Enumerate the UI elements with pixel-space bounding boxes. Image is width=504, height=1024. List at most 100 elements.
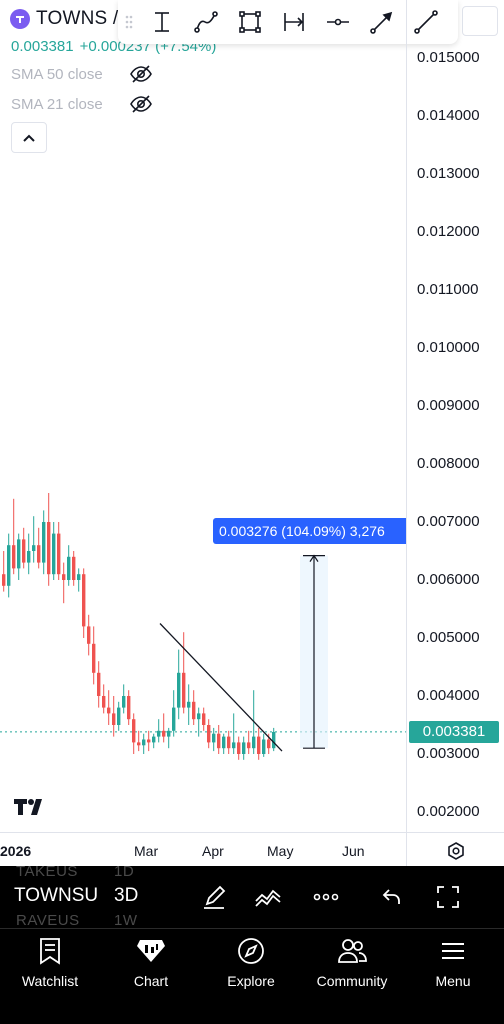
candle-body	[147, 739, 151, 743]
candle-body	[12, 545, 16, 569]
undo-icon[interactable]	[374, 880, 410, 914]
date-range-icon[interactable]	[272, 0, 316, 44]
time-label: Jun	[342, 843, 365, 859]
price-axis-label: 0.014000	[417, 107, 480, 124]
nav-chart[interactable]: Chart	[101, 935, 201, 995]
indicator-sma-21[interactable]: SMA 21 close	[11, 95, 152, 113]
ghost-timeframe-next: 1W	[114, 912, 138, 928]
candle-body	[22, 539, 26, 563]
symbol-header[interactable]: TOWNS /	[10, 8, 118, 30]
indicator-label: SMA 50 close	[11, 66, 103, 83]
price-axis-label: 0.009000	[417, 397, 480, 414]
candle-body	[227, 736, 231, 749]
price-range-icon[interactable]	[140, 0, 184, 44]
candle-body	[187, 701, 191, 708]
chart-icon	[136, 935, 166, 967]
candle-body	[37, 545, 41, 563]
nav-label: Watchlist	[21, 973, 79, 989]
time-label: May	[267, 843, 294, 859]
nav-community[interactable]: Community	[302, 935, 402, 995]
time-axis[interactable]: 2026 Mar Apr May Jun	[0, 832, 504, 866]
chevron-up-icon	[23, 134, 35, 142]
candle-body	[232, 742, 236, 749]
more-icon[interactable]	[308, 880, 344, 914]
candle-body	[32, 545, 36, 551]
price-chart[interactable]	[0, 0, 406, 832]
bottom-navigation[interactable]: Watchlist Chart Explore Community Menu	[0, 928, 504, 1024]
indicator-label: SMA 21 close	[11, 96, 103, 113]
candle-body	[217, 733, 221, 749]
compass-icon	[237, 935, 265, 967]
rectangle-icon[interactable]	[228, 0, 272, 44]
candle-body	[82, 574, 86, 627]
symbol-name[interactable]: TOWNS /	[36, 8, 118, 30]
candle-body	[162, 730, 166, 737]
symbol-bar[interactable]: TAKEUS 1D TOWNSU 3D RAVEUS 1W	[0, 866, 504, 928]
candle-body	[212, 733, 216, 743]
nav-explore[interactable]: Explore	[201, 935, 301, 995]
candle-body	[197, 713, 201, 720]
candle-body	[17, 539, 21, 569]
candle-body	[157, 730, 161, 737]
eye-off-icon[interactable]	[129, 64, 153, 88]
candle-body	[247, 742, 251, 749]
candle-body	[52, 533, 56, 575]
candle-body	[182, 672, 186, 708]
price-axis-label: 0.013000	[417, 165, 480, 182]
candle-body	[272, 731, 276, 749]
current-symbol[interactable]: TOWNSU	[14, 885, 98, 907]
candle-body	[92, 643, 96, 673]
candle-body	[97, 672, 101, 696]
candle-body	[62, 574, 66, 580]
pen-icon[interactable]	[196, 880, 232, 914]
candle-body	[107, 707, 111, 714]
candle-body	[152, 736, 156, 743]
indicators-icon[interactable]	[250, 880, 286, 914]
nav-watchlist[interactable]: Watchlist	[0, 935, 100, 995]
candle-body	[77, 574, 81, 580]
ghost-symbol-next: RAVEUS	[16, 912, 80, 928]
candle-body	[222, 736, 226, 749]
candle-body	[102, 696, 106, 708]
candle-body	[267, 739, 271, 749]
candle-body	[42, 522, 46, 563]
chart-pane[interactable]: TOWNS / 0.003381 +0.000237 (+7.54%) SMA 5…	[0, 0, 504, 866]
candle-body	[252, 736, 256, 749]
price-axis-label: 0.005000	[417, 629, 480, 646]
price-axis-label: 0.008000	[417, 455, 480, 472]
candle-body	[27, 551, 31, 563]
current-timeframe[interactable]: 3D	[114, 885, 138, 907]
price-axis-label: 0.004000	[417, 687, 480, 704]
fullscreen-icon[interactable]	[430, 880, 466, 914]
candle-body	[87, 626, 91, 644]
price-axis[interactable]: 0.015000 0.014000 0.013000 0.012000 0.011000…	[406, 0, 504, 866]
candle-body	[127, 696, 131, 720]
eye-off-icon[interactable]	[129, 94, 153, 118]
nav-label: Community	[316, 973, 388, 989]
nav-label: Chart	[133, 973, 169, 989]
last-price-tag: 0.003381	[409, 720, 499, 743]
candle-body	[57, 533, 61, 575]
arrow-icon[interactable]	[360, 0, 404, 44]
candle-body	[262, 739, 266, 754]
towns-logo-icon	[10, 9, 30, 29]
candle-body	[122, 696, 126, 708]
time-label: Mar	[134, 843, 159, 859]
drag-handle-icon[interactable]	[118, 14, 140, 30]
nav-menu[interactable]: Menu	[403, 935, 503, 995]
candle-body	[47, 522, 51, 575]
candle-body	[7, 545, 11, 586]
price-axis-label: 0.007000	[417, 513, 480, 530]
candle-body	[207, 725, 211, 743]
collapse-legend-button[interactable]	[11, 122, 47, 153]
price-axis-label: 0.011000	[417, 281, 479, 298]
measure-label: 0.003276 (104.09%) 3,276	[213, 518, 406, 544]
indicator-sma-50[interactable]: SMA 50 close	[11, 65, 152, 83]
nav-label: Menu	[435, 973, 471, 989]
path-icon[interactable]	[184, 0, 228, 44]
horizontal-ray-icon[interactable]	[316, 0, 360, 44]
chart-settings-icon[interactable]	[444, 839, 468, 863]
candle-body	[67, 556, 71, 580]
price-axis-label: 0.006000	[417, 571, 480, 588]
candle-body	[137, 742, 141, 746]
